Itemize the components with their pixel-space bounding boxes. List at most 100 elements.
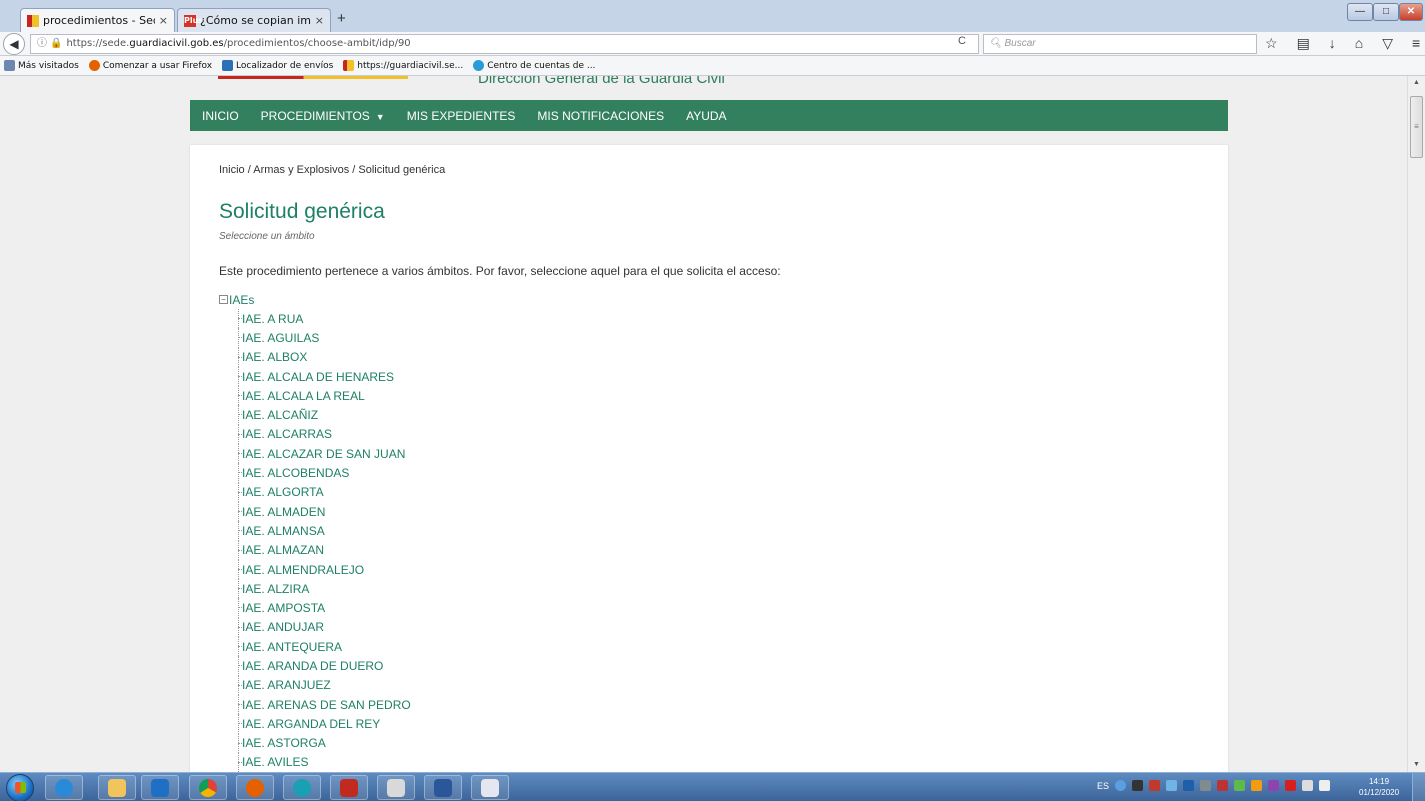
windows-logo-icon <box>15 782 26 793</box>
close-tab-icon[interactable]: × <box>159 14 168 27</box>
tray-app-icon[interactable] <box>1268 780 1280 791</box>
tray-app-icon[interactable] <box>1183 780 1195 791</box>
tree-item: IAE. ALMANSA <box>238 521 411 541</box>
tree-item-link[interactable]: IAE. ALCALA DE HENARES <box>242 370 394 384</box>
vertical-scrollbar[interactable]: ▲ ≡ ▼ <box>1407 76 1425 772</box>
menu-item-mis-expedientes[interactable]: MIS EXPEDIENTES <box>407 109 516 123</box>
system-clock[interactable]: 14:19 01/12/2020 <box>1359 776 1399 798</box>
bookmark-guardiacivil[interactable]: https://guardiacivil.se... <box>343 60 463 71</box>
network-icon[interactable] <box>1302 780 1314 791</box>
tree-item-link[interactable]: IAE. ALBOX <box>242 350 307 364</box>
menu-item-ayuda[interactable]: AYUDA <box>686 109 726 123</box>
reading-list-icon[interactable]: ▤ <box>1297 35 1310 52</box>
menu-item-procedimientos[interactable]: PROCEDIMIENTOS ▼ <box>261 109 385 123</box>
breadcrumb-armas-explosivos[interactable]: Armas y Explosivos <box>253 164 349 176</box>
show-desktop-button[interactable] <box>1412 773 1425 801</box>
taskbar-paint[interactable] <box>471 775 509 800</box>
guardia-civil-icon <box>343 60 355 71</box>
bookmark-star-icon[interactable]: ☆ <box>1265 35 1278 52</box>
url-path: /procedimientos/choose-ambit/idp/90 <box>223 38 411 49</box>
bookmark-localizador-envios[interactable]: Localizador de envíos <box>222 60 333 71</box>
tree-item-link[interactable]: IAE. ALCAZAR DE SAN JUAN <box>242 447 405 461</box>
info-icon[interactable]: ⓘ <box>37 38 47 49</box>
tray-app-icon[interactable] <box>1217 780 1229 791</box>
tree-item-link[interactable]: IAE. ALCOBENDAS <box>242 466 349 480</box>
tree-item-link[interactable]: IAE. ALMENDRALEJO <box>242 563 364 577</box>
reload-icon[interactable]: C <box>958 35 966 47</box>
tray-app-icon[interactable] <box>1200 780 1212 791</box>
collapse-icon[interactable]: − <box>219 295 228 304</box>
tree-item-link[interactable]: IAE. AMPOSTA <box>242 601 325 615</box>
url-prefix: https://sede. <box>66 38 130 49</box>
new-tab-button[interactable]: + <box>337 10 346 27</box>
tab-procedimientos[interactable]: procedimientos - Sede Electr × <box>20 8 175 32</box>
tray-app-icon[interactable] <box>1149 780 1161 791</box>
tree-item-link[interactable]: IAE. ALCAÑIZ <box>242 408 318 422</box>
menu-item-mis-notificaciones[interactable]: MIS NOTIFICACIONES <box>537 109 664 123</box>
tree-item-link[interactable]: IAE. A RUA <box>242 312 303 326</box>
minimize-button[interactable]: — <box>1347 3 1373 21</box>
tree-item-link[interactable]: IAE. ALCALA LA REAL <box>242 389 365 403</box>
taskbar-ie[interactable] <box>45 775 83 800</box>
language-indicator[interactable]: ES <box>1097 781 1109 791</box>
tree-item-link[interactable]: IAE. ARENAS DE SAN PEDRO <box>242 698 411 712</box>
tree-item-link[interactable]: IAE. ALZIRA <box>242 582 309 596</box>
tree-item-link[interactable]: IAE. ALMAZAN <box>242 543 324 557</box>
tree-item-link[interactable]: IAE. AVILES <box>242 755 308 769</box>
maximize-button[interactable]: □ <box>1373 3 1399 21</box>
taskbar-outlook[interactable] <box>141 775 179 800</box>
tree-root-label[interactable]: IAEs <box>229 293 254 307</box>
taskbar-edge-app[interactable] <box>283 775 321 800</box>
bookmark-comenzar-firefox[interactable]: Comenzar a usar Firefox <box>88 60 212 71</box>
tree-item-link[interactable]: IAE. ARANDA DE DUERO <box>242 659 383 673</box>
internet-explorer-icon <box>55 778 73 797</box>
tree-item-link[interactable]: IAE. ASTORGA <box>242 736 326 750</box>
tree-item-link[interactable]: IAE. ALCARRAS <box>242 427 332 441</box>
page-viewport: Dirección General de la Guardia Civil IN… <box>0 76 1407 772</box>
url-bar[interactable]: ⓘ 🔒 https://sede.guardiacivil.gob.es/proce… <box>30 34 979 54</box>
tray-app-icon[interactable] <box>1234 780 1246 791</box>
close-window-button[interactable]: ✕ <box>1399 3 1423 21</box>
menu-icon[interactable]: ≡ <box>1412 35 1420 52</box>
caret-down-icon: ▼ <box>375 111 385 122</box>
home-icon[interactable]: ⌂ <box>1355 35 1363 52</box>
pocket-icon[interactable]: ▽ <box>1382 35 1393 52</box>
tree-item-link[interactable]: IAE. ANTEQUERA <box>242 640 342 654</box>
download-icon[interactable]: ↓ <box>1329 35 1336 52</box>
tab-copiar-imagenes[interactable]: Plus ¿Cómo se copian imágenes d × <box>177 8 331 32</box>
tree-item-link[interactable]: IAE. AGUILAS <box>242 331 319 345</box>
tray-app-icon[interactable] <box>1115 780 1127 791</box>
taskbar-word[interactable] <box>424 775 462 800</box>
taskbar-acrobat[interactable] <box>330 775 368 800</box>
taskbar-explorer[interactable] <box>98 775 136 800</box>
tray-app-icon[interactable] <box>1166 780 1178 791</box>
search-placeholder: Buscar <box>1004 38 1036 49</box>
back-button[interactable]: ◀ <box>3 33 25 55</box>
close-tab-icon[interactable]: × <box>315 14 324 27</box>
tree-item-link[interactable]: IAE. ALGORTA <box>242 485 324 499</box>
taskbar-keyboard-app[interactable] <box>377 775 415 800</box>
breadcrumb-inicio[interactable]: Inicio <box>219 164 245 176</box>
bookmark-centro-cuentas[interactable]: Centro de cuentas de ... <box>473 60 595 71</box>
menu-item-inicio[interactable]: INICIO <box>202 109 239 123</box>
tab-bar: procedimientos - Sede Electr × Plus ¿Cóm… <box>0 0 1425 32</box>
tray-app-icon[interactable] <box>1285 780 1297 791</box>
tray-app-icon[interactable] <box>1132 780 1144 791</box>
taskbar-chrome[interactable] <box>189 775 227 800</box>
search-input[interactable]: 🔍︎ Buscar <box>983 34 1257 54</box>
tray-app-icon[interactable] <box>1251 780 1263 791</box>
main-menu: INICIO PROCEDIMIENTOS ▼ MIS EXPEDIENTES M… <box>190 100 1228 131</box>
volume-icon[interactable] <box>1319 780 1331 791</box>
start-button[interactable] <box>6 774 34 801</box>
scroll-up-icon[interactable]: ▲ <box>1408 76 1425 90</box>
tree-item-link[interactable]: IAE. ARGANDA DEL REY <box>242 717 380 731</box>
tree-item-link[interactable]: IAE. ALMADEN <box>242 505 325 519</box>
tree-item-link[interactable]: IAE. ARANJUEZ <box>242 678 331 692</box>
tree-item: IAE. ARGANDA DEL REY <box>238 714 411 734</box>
scroll-down-icon[interactable]: ▼ <box>1408 758 1425 772</box>
tree-item-link[interactable]: IAE. ALMANSA <box>242 524 325 538</box>
bookmark-mas-visitados[interactable]: Más visitados <box>4 60 79 71</box>
tree-item-link[interactable]: IAE. ANDUJAR <box>242 620 324 634</box>
taskbar-firefox[interactable] <box>236 775 274 800</box>
scroll-thumb[interactable]: ≡ <box>1410 96 1423 158</box>
